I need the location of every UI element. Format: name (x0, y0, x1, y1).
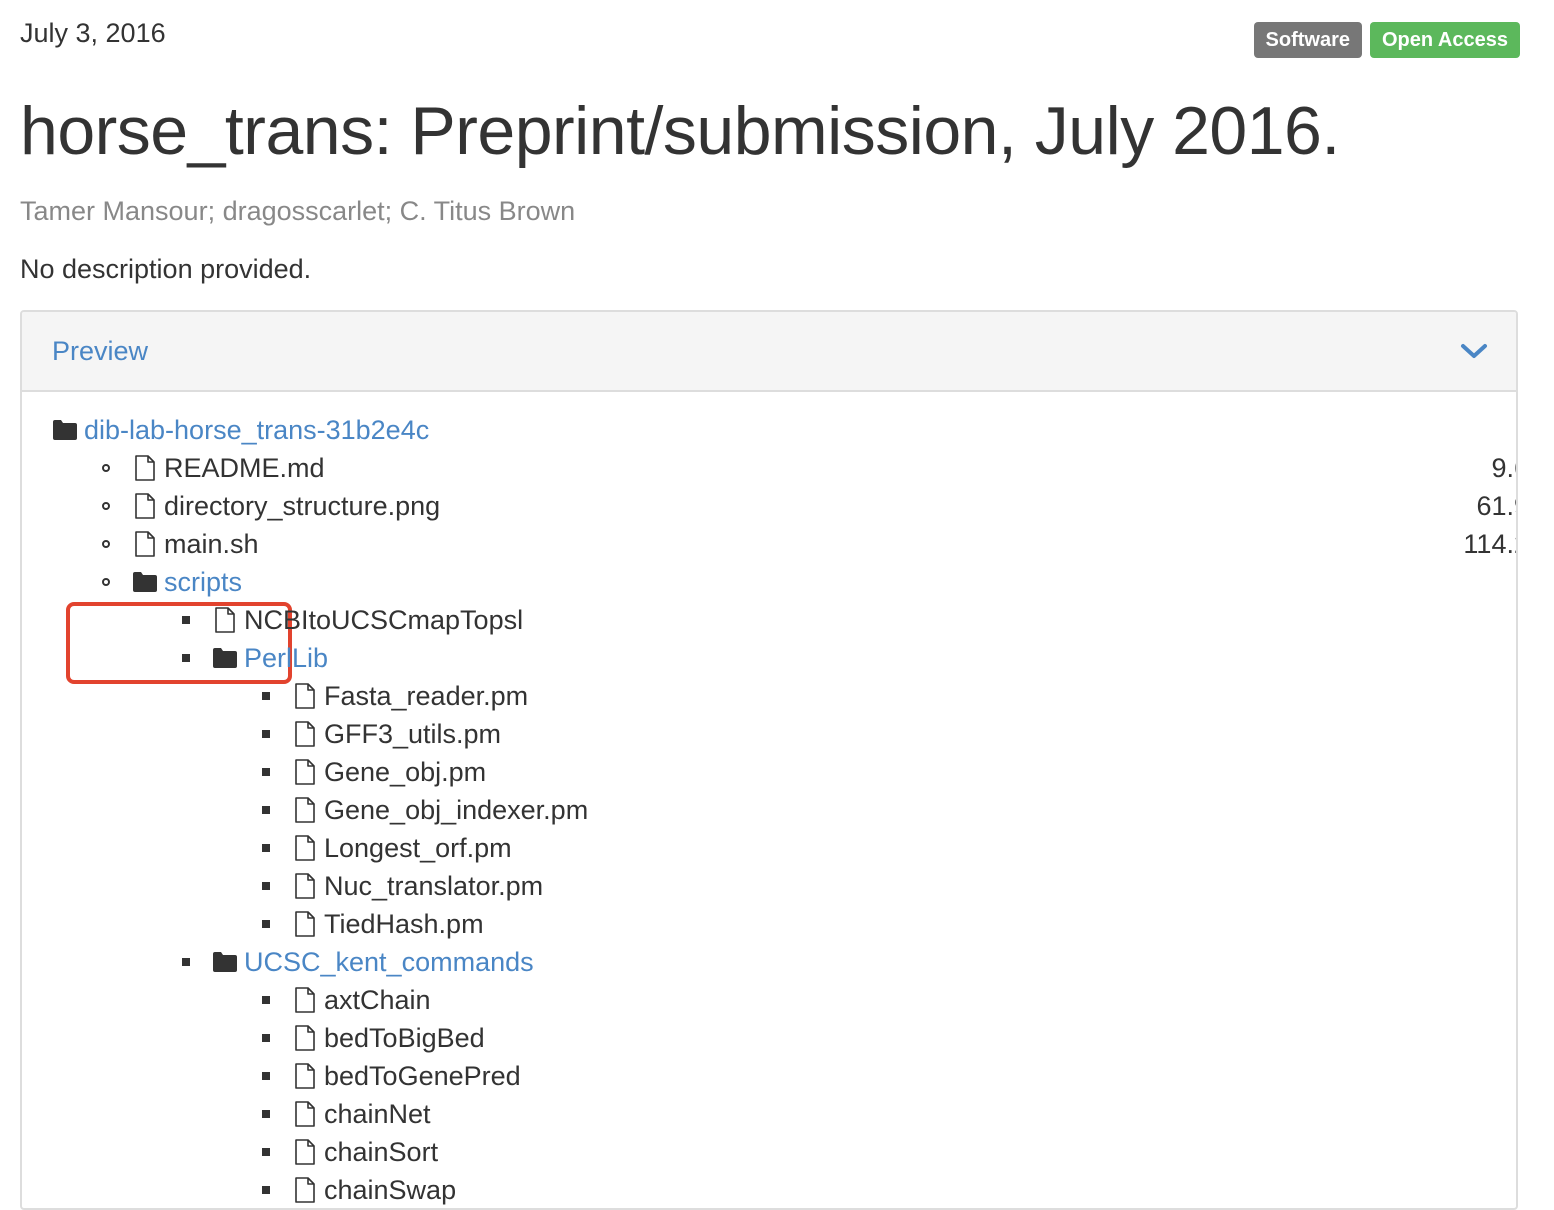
file-icon (295, 873, 315, 899)
file-row[interactable]: TiedHash.pm3.7 kB (22, 905, 1516, 943)
software-badge: Software (1253, 22, 1362, 58)
file-name: README.md (164, 452, 325, 483)
file-icon (295, 987, 315, 1013)
file-row[interactable]: Fasta_reader.pm3.5 kB (22, 677, 1516, 715)
file-row[interactable]: NCBItoUCSCmapTopsl559 Bytes (22, 601, 1516, 639)
folder-icon (53, 420, 77, 440)
file-icon (295, 759, 315, 785)
folder-link[interactable]: scripts (164, 567, 242, 598)
publication-date: July 3, 2016 (20, 18, 166, 48)
file-name: chainSwap (324, 1174, 457, 1205)
square-bullet (182, 616, 190, 624)
preview-toggle[interactable]: Preview (22, 312, 1516, 392)
file-size: 9.6 kB (1491, 452, 1516, 483)
file-row[interactable]: Nuc_translator.pm10.3 kB (22, 867, 1516, 905)
file-icon (295, 1139, 315, 1165)
folder-row[interactable]: UCSC_kent_commands (22, 943, 1516, 981)
folder-link[interactable]: PerlLib (244, 643, 328, 674)
description: No description provided. (20, 254, 312, 284)
square-bullet (262, 1186, 270, 1194)
open-access-badge: Open Access (1370, 22, 1520, 58)
file-row[interactable]: README.md 9.6 kB (22, 449, 1516, 487)
file-name: TiedHash.pm (324, 908, 484, 939)
square-bullet (262, 692, 270, 700)
file-name: directory_structure.png (164, 490, 441, 521)
file-icon (295, 683, 315, 709)
folder-icon (213, 952, 237, 972)
file-row[interactable]: directory_structure.png 61.9 kB (22, 487, 1516, 525)
file-row[interactable]: Longest_orf.pm9.7 kB (22, 829, 1516, 867)
file-icon (135, 455, 155, 481)
folder-row[interactable]: PerlLib (22, 639, 1516, 677)
file-row[interactable]: bedToGenePred13.3 MB (22, 1057, 1516, 1095)
chevron-down-icon[interactable] (1460, 341, 1488, 361)
authors: Tamer Mansour; dragosscarlet; C. Titus B… (20, 196, 576, 226)
file-name: bedToBigBed (324, 1022, 485, 1053)
file-size: 61.9 kB (1476, 490, 1516, 521)
circle-bullet (102, 540, 110, 548)
file-name: main.sh (164, 528, 259, 559)
square-bullet (262, 1072, 270, 1080)
file-icon (215, 607, 235, 633)
file-name: chainNet (324, 1098, 431, 1129)
file-icon (295, 1101, 315, 1127)
file-name: axtChain (324, 984, 431, 1015)
file-icon (295, 911, 315, 937)
file-row[interactable]: chainNet970.6 kB (22, 1095, 1516, 1133)
square-bullet (262, 806, 270, 814)
file-name: NCBItoUCSCmapTopsl (244, 604, 524, 635)
file-name: Nuc_translator.pm (324, 870, 544, 901)
file-name: Fasta_reader.pm (324, 680, 529, 711)
square-bullet (182, 958, 190, 966)
file-name: Gene_obj_indexer.pm (324, 794, 589, 825)
file-name: chainSort (324, 1136, 439, 1167)
file-row[interactable]: axtChain1.4 MB (22, 981, 1516, 1019)
folder-link[interactable]: dib-lab-horse_trans-31b2e4c (84, 415, 429, 446)
file-name: bedToGenePred (324, 1060, 521, 1091)
record-title: horse_trans: Preprint/submission, July 2… (20, 93, 1340, 169)
file-icon (295, 797, 315, 823)
file-icon (135, 531, 155, 557)
square-bullet (262, 920, 270, 928)
file-name: Longest_orf.pm (324, 832, 512, 863)
folder-icon (133, 572, 157, 592)
folder-link[interactable]: UCSC_kent_commands (244, 947, 534, 978)
folder-icon (213, 648, 237, 668)
file-icon (295, 1177, 315, 1203)
file-icon (295, 835, 315, 861)
file-name: GFF3_utils.pm (324, 718, 502, 749)
badges: Software Open Access (1253, 22, 1520, 58)
circle-bullet (102, 578, 110, 586)
file-name: Gene_obj.pm (324, 756, 487, 787)
circle-bullet (102, 502, 110, 510)
square-bullet (262, 1110, 270, 1118)
square-bullet (262, 730, 270, 738)
square-bullet (182, 654, 190, 662)
file-row[interactable]: bedToBigBed1.5 MB (22, 1019, 1516, 1057)
preview-panel: Preview dib-lab-horse_trans-31b2e4c READM… (20, 310, 1518, 1210)
square-bullet (262, 882, 270, 890)
file-row[interactable]: chainSwap927.0 kB (22, 1171, 1516, 1208)
folder-row[interactable]: scripts (22, 563, 1516, 601)
file-row[interactable]: chainSort928.7 kB (22, 1133, 1516, 1171)
file-row[interactable]: Gene_obj.pm142.3 kB (22, 753, 1516, 791)
file-row[interactable]: GFF3_utils.pm8.4 kB (22, 715, 1516, 753)
square-bullet (262, 1148, 270, 1156)
file-icon (295, 721, 315, 747)
square-bullet (262, 844, 270, 852)
file-row[interactable]: Gene_obj_indexer.pm1.4 kB (22, 791, 1516, 829)
file-icon (295, 1025, 315, 1051)
file-row[interactable]: main.sh 114.2 kB (22, 525, 1516, 563)
circle-bullet (102, 464, 110, 472)
folder-row[interactable]: dib-lab-horse_trans-31b2e4c (22, 411, 1516, 449)
file-icon (295, 1063, 315, 1089)
preview-label: Preview (52, 335, 149, 366)
square-bullet (262, 768, 270, 776)
square-bullet (262, 1034, 270, 1042)
file-icon (135, 493, 155, 519)
square-bullet (262, 996, 270, 1004)
file-size: 114.2 kB (1463, 528, 1516, 559)
